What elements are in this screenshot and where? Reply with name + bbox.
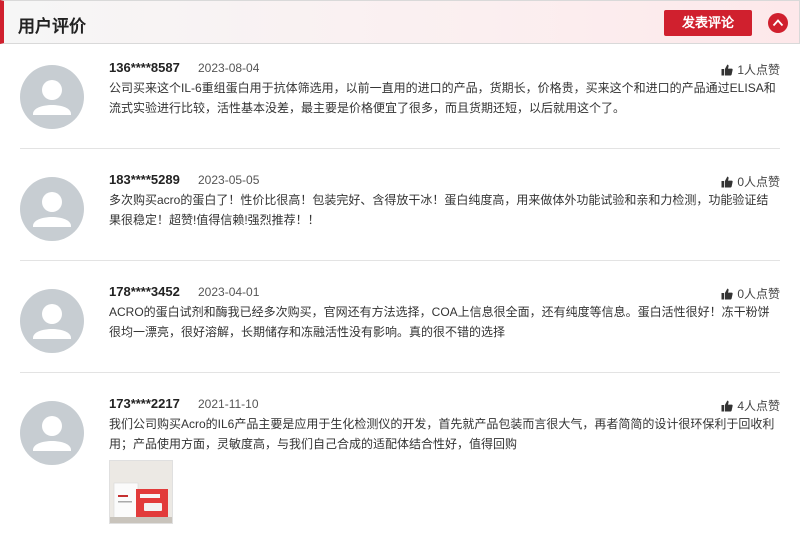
like-count: 0人点赞 xyxy=(737,287,780,301)
review-item: 178****3452 2023-04-01 0人点赞 ACRO的蛋白试剂和酶我… xyxy=(20,284,780,368)
review-username: 136****8587 xyxy=(109,60,180,75)
collapse-button[interactable] xyxy=(768,13,788,33)
product-box-image xyxy=(110,461,172,523)
like-button[interactable]: 0人点赞 xyxy=(721,173,780,190)
thumbs-up-icon xyxy=(721,400,733,412)
review-text: 公司买来这个IL-6重组蛋白用于抗体筛选用，以前一直用的进口的产品，货期长，价格… xyxy=(109,81,776,115)
chevron-up-icon xyxy=(772,19,784,27)
like-count: 4人点赞 xyxy=(737,399,780,413)
like-button[interactable]: 0人点赞 xyxy=(721,285,780,302)
user-avatar-icon xyxy=(20,177,84,241)
review-date: 2021-11-10 xyxy=(198,397,259,411)
like-count: 1人点赞 xyxy=(737,63,780,77)
thumbs-up-icon xyxy=(721,288,733,300)
thumbs-up-icon xyxy=(721,176,733,188)
review-username: 173****2217 xyxy=(109,396,180,411)
review-date: 2023-05-05 xyxy=(198,173,260,187)
post-review-button[interactable]: 发表评论 xyxy=(664,10,752,36)
user-avatar-icon xyxy=(20,401,84,465)
user-avatar-icon xyxy=(20,289,84,353)
review-text: 我们公司购买Acro的IL6产品主要是应用于生化检测仪的开发，首先就产品包装而言… xyxy=(109,417,775,451)
review-item: 183****5289 2023-05-05 0人点赞 多次购买acro的蛋白了… xyxy=(20,172,780,256)
review-divider xyxy=(20,148,780,149)
review-username: 178****3452 xyxy=(109,284,180,299)
review-username: 183****5289 xyxy=(109,172,180,187)
review-item: 173****2217 2021-11-10 4人点赞 我们公司购买Acro的I… xyxy=(20,396,780,536)
review-date: 2023-08-04 xyxy=(198,61,260,75)
review-divider xyxy=(20,372,780,373)
like-count: 0人点赞 xyxy=(737,175,780,189)
like-button[interactable]: 1人点赞 xyxy=(721,61,780,78)
review-photo-thumbnail[interactable] xyxy=(109,460,173,524)
like-button[interactable]: 4人点赞 xyxy=(721,397,780,414)
review-text: ACRO的蛋白试剂和酶我已经多次购买，官网还有方法选择，COA上信息很全面，还有… xyxy=(109,305,770,339)
section-title: 用户评价 xyxy=(18,17,86,36)
thumbs-up-icon xyxy=(721,64,733,76)
review-text: 多次购买acro的蛋白了！性价比很高！包装完好、含得放干冰！蛋白纯度高，用来做体… xyxy=(109,193,769,227)
user-avatar-icon xyxy=(20,65,84,129)
reviews-header: 用户评价 发表评论 xyxy=(0,0,800,44)
review-date: 2023-04-01 xyxy=(198,285,260,299)
review-item: 136****8587 2023-08-04 1人点赞 公司买来这个IL-6重组… xyxy=(20,60,780,144)
review-divider xyxy=(20,260,780,261)
